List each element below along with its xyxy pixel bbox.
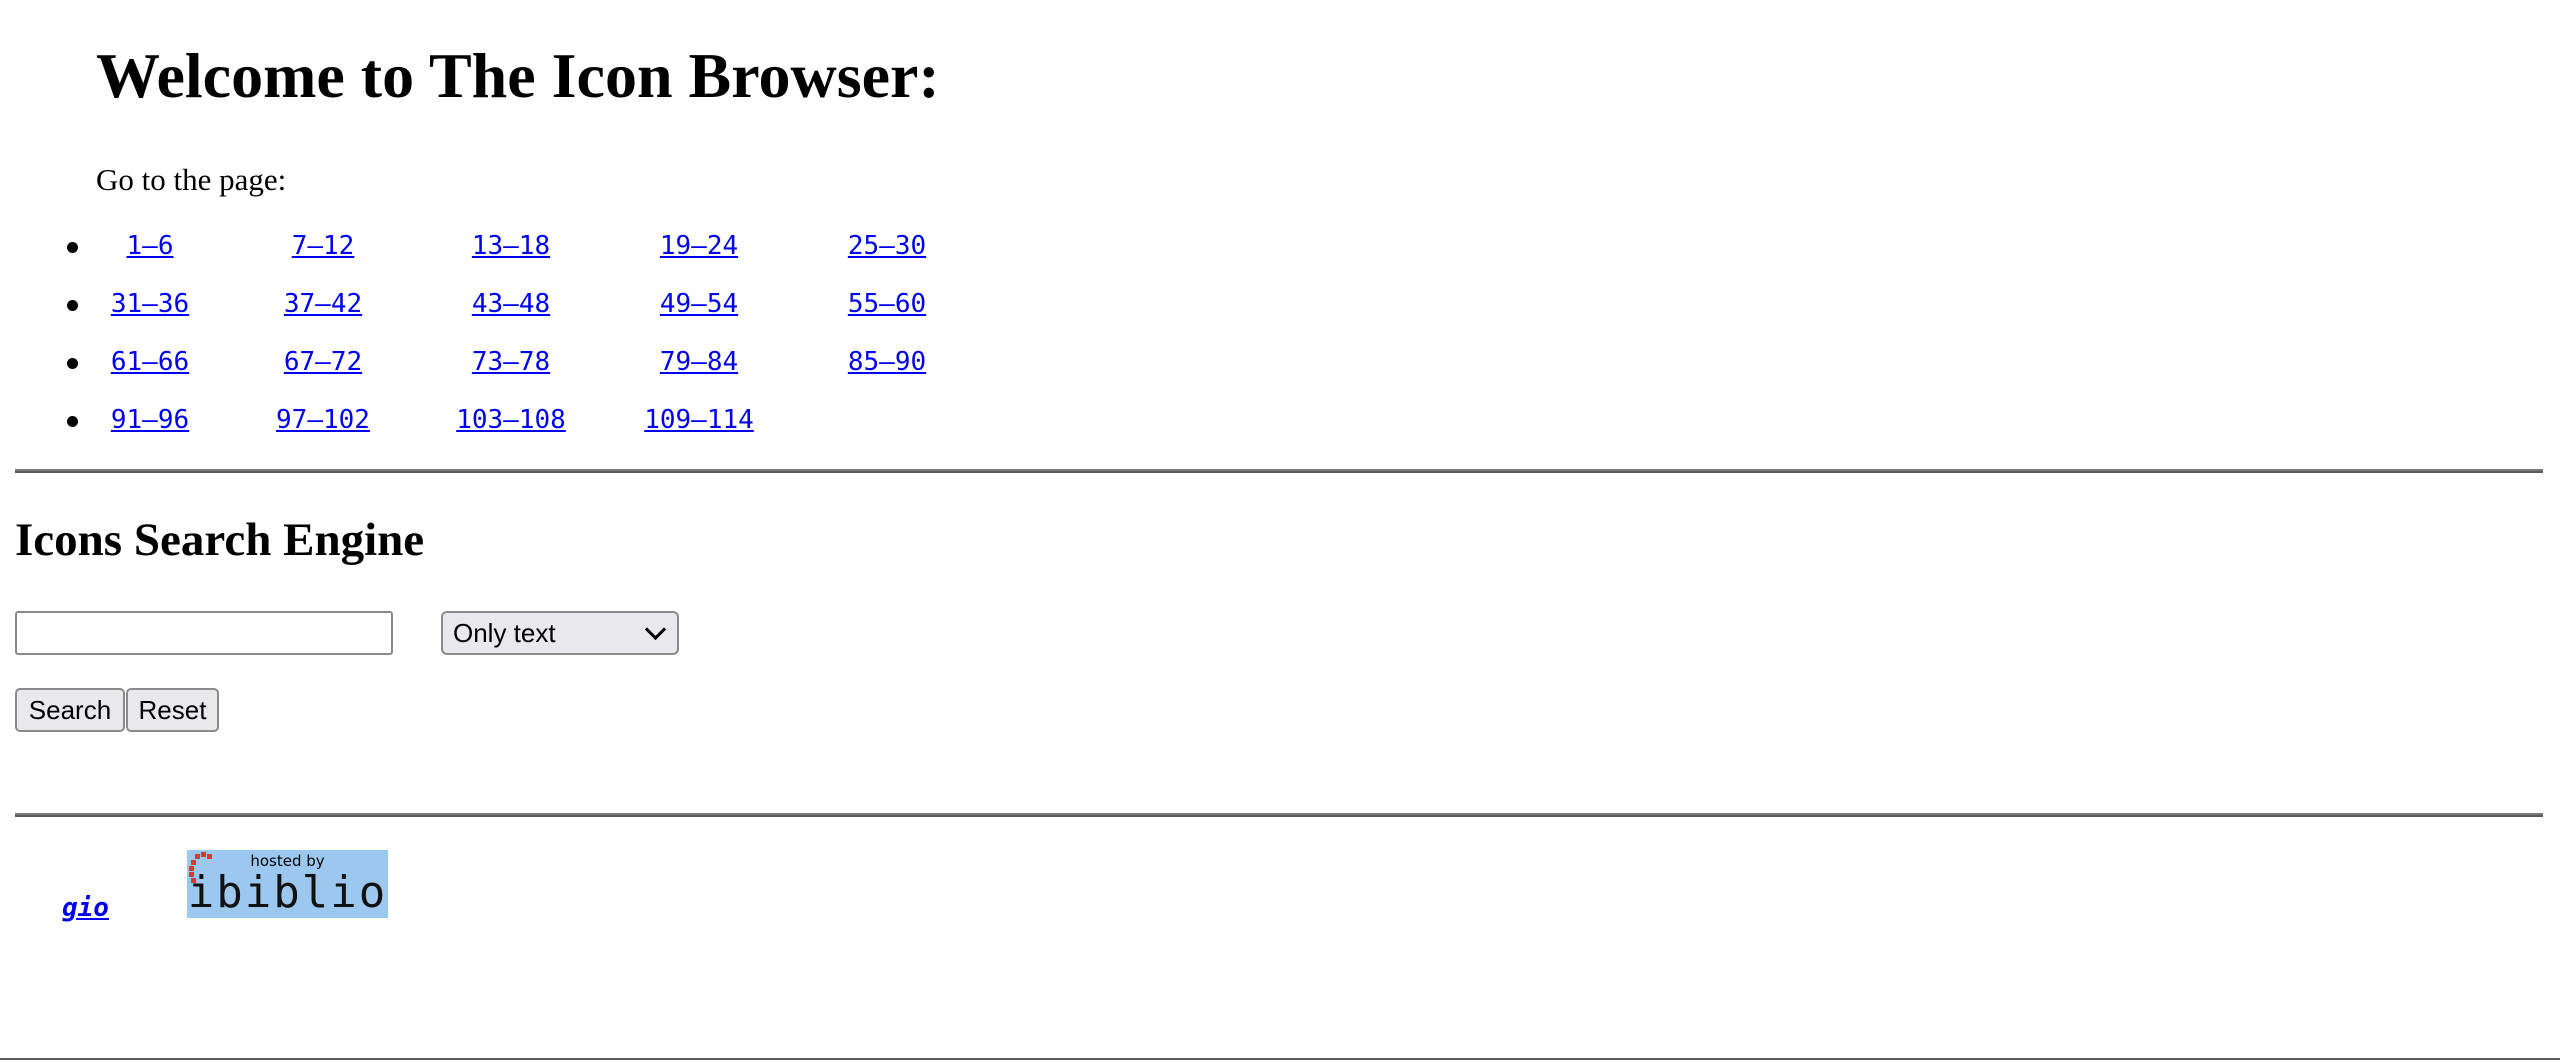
search-title: Icons Search Engine: [15, 514, 425, 566]
search-input[interactable]: [15, 611, 393, 655]
page-link[interactable]: 79–84: [624, 340, 774, 384]
divider: [15, 813, 2543, 817]
page-link[interactable]: 55–60: [812, 282, 962, 326]
page-link[interactable]: 31–36: [75, 282, 225, 326]
page-title: Welcome to The Icon Browser:: [96, 40, 940, 111]
page-list-row: 31–36 37–42 43–48 49–54 55–60: [0, 282, 1200, 340]
page-list-row: 91–96 97–102 103–108 109–114: [0, 398, 1200, 456]
gio-link[interactable]: gio: [62, 888, 109, 928]
page-link[interactable]: 49–54: [624, 282, 774, 326]
page-link[interactable]: 85–90: [812, 340, 962, 384]
page-link[interactable]: 61–66: [75, 340, 225, 384]
bottom-divider: [0, 1058, 2560, 1060]
page-link[interactable]: 19–24: [624, 224, 774, 268]
page-link[interactable]: 13–18: [436, 224, 586, 268]
page-link[interactable]: 1–6: [75, 224, 225, 268]
search-mode-value: Only text: [453, 618, 556, 648]
page: Welcome to The Icon Browser: Go to the p…: [0, 0, 2560, 1062]
page-link[interactable]: 97–102: [248, 398, 398, 442]
page-link[interactable]: 73–78: [436, 340, 586, 384]
page-list: 1–6 7–12 13–18 19–24 25–30 31–36 37–42 4…: [0, 224, 1200, 456]
page-link[interactable]: 103–108: [436, 398, 586, 442]
page-link[interactable]: 37–42: [248, 282, 398, 326]
search-mode-select[interactable]: Only text: [441, 611, 679, 655]
page-link[interactable]: 91–96: [75, 398, 225, 442]
page-link[interactable]: 43–48: [436, 282, 586, 326]
goto-label: Go to the page:: [96, 162, 287, 197]
page-list-row: 61–66 67–72 73–78 79–84 85–90: [0, 340, 1200, 398]
page-link[interactable]: 25–30: [812, 224, 962, 268]
page-list-row: 1–6 7–12 13–18 19–24 25–30: [0, 224, 1200, 282]
divider: [15, 469, 2543, 473]
chevron-down-icon: [644, 618, 667, 641]
search-button[interactable]: Search: [15, 688, 125, 732]
ibiblio-logo[interactable]: hosted by ibiblio: [187, 850, 388, 918]
reset-button[interactable]: Reset: [126, 688, 219, 732]
logo-wordmark: ibiblio: [187, 867, 388, 918]
page-link[interactable]: 109–114: [624, 398, 774, 442]
page-link[interactable]: 67–72: [248, 340, 398, 384]
page-link[interactable]: 7–12: [248, 224, 398, 268]
